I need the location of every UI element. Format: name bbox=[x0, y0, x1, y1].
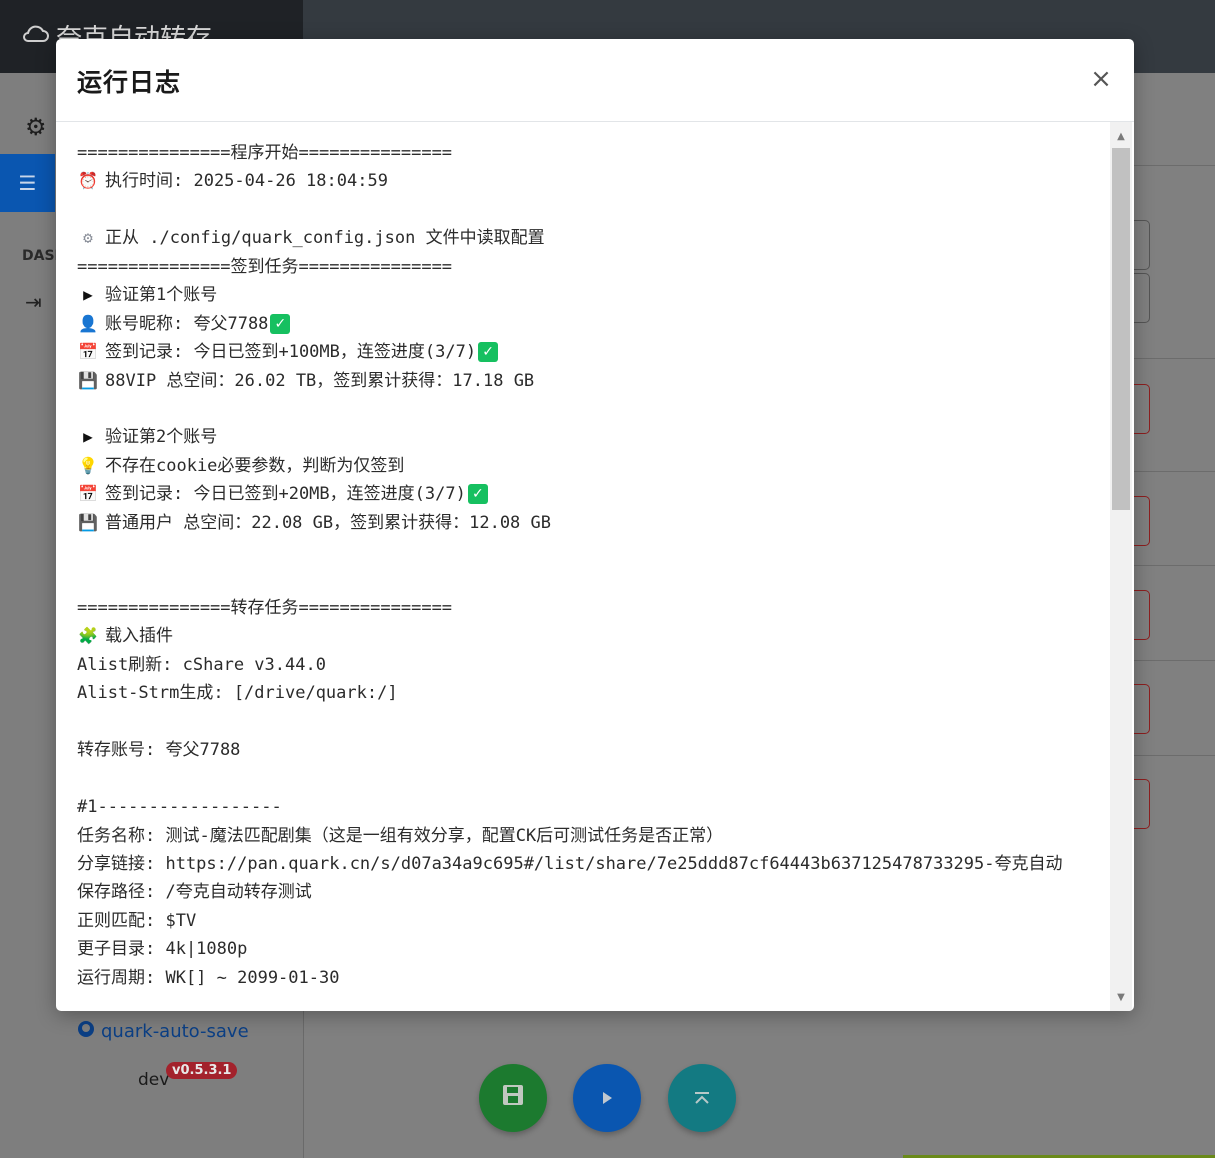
log-line: 💡 不存在cookie必要参数，判断为仅签到 bbox=[77, 452, 1088, 480]
log-line: Alist-Strm生成: [/drive/quark:/] bbox=[77, 679, 1088, 707]
gear-icon: ⚙ bbox=[83, 228, 93, 248]
save-button[interactable] bbox=[479, 1064, 547, 1132]
check-icon: ✓ bbox=[467, 484, 488, 505]
gear-icon[interactable]: ⚙ bbox=[25, 113, 47, 141]
log-line-text: 验证第1个账号 bbox=[105, 285, 218, 306]
calendar-icon: 📅 bbox=[78, 484, 98, 504]
log-line: 👤 账号昵称: 夸父7788 ✓ bbox=[77, 310, 1088, 338]
scroll-up-icon[interactable]: ▲ bbox=[1110, 125, 1132, 147]
log-line: ===============转存任务=============== bbox=[77, 594, 1088, 622]
play-icon: ▶ bbox=[83, 285, 93, 305]
divider bbox=[1134, 660, 1215, 661]
log-line-text: 运行周期: WK[] ~ 2099-01-30 bbox=[77, 967, 340, 988]
log-line: 运行周期: WK[] ~ 2099-01-30 bbox=[77, 964, 1088, 992]
log-line: 🧩 载入插件 bbox=[77, 622, 1088, 650]
scrollbar-thumb[interactable] bbox=[1112, 148, 1130, 510]
log-line: Alist刷新: cShare v3.44.0 bbox=[77, 651, 1088, 679]
log-line-text: 更子目录: 4k|1080p bbox=[77, 939, 248, 960]
log-line: 任务名称: 测试-魔法匹配剧集（这是一组有效分享，配置CK后可测试任务是否正常） bbox=[77, 822, 1088, 850]
github-icon bbox=[77, 1020, 95, 1043]
log-line-text: 不存在cookie必要参数，判断为仅签到 bbox=[105, 455, 405, 476]
divider bbox=[1134, 471, 1215, 472]
log-line-text: 账号昵称: 夸父7788 bbox=[105, 313, 269, 334]
divider bbox=[1134, 565, 1215, 566]
log-line: 📅 签到记录: 今日已签到+100MB，连签进度(3/7) ✓ bbox=[77, 338, 1088, 366]
log-line-text: 执行时间: 2025-04-26 18:04:59 bbox=[105, 171, 388, 192]
log-line-text: ===============转存任务=============== bbox=[77, 598, 453, 618]
arrow-up-icon bbox=[693, 1086, 711, 1111]
log-line: #1------------------ bbox=[77, 793, 1088, 821]
modal-title: 运行日志 bbox=[77, 68, 182, 97]
cloud-icon bbox=[20, 21, 50, 52]
log-line-text: 88VIP 总空间：26.02 TB，签到累计获得：17.18 GB bbox=[105, 370, 535, 391]
close-button[interactable]: × bbox=[1089, 65, 1113, 93]
log-line-text: #1------------------ bbox=[77, 797, 282, 818]
log-line: ===============程序开始=============== bbox=[77, 139, 1088, 167]
github-link-label: quark-auto-save bbox=[101, 1021, 249, 1042]
scroll-down-icon[interactable]: ▼ bbox=[1110, 986, 1132, 1008]
log-line: 💾 88VIP 总空间：26.02 TB，签到累计获得：17.18 GB bbox=[77, 367, 1088, 395]
log-content: ===============程序开始=============== ⏰ 执行时间:… bbox=[77, 139, 1088, 1011]
log-line-text: 签到记录: 今日已签到+20MB，连签进度(3/7) bbox=[105, 484, 466, 505]
log-line-text: Alist-Strm生成: [/drive/quark:/] bbox=[77, 683, 398, 704]
log-line-text: 签到记录: 今日已签到+100MB，连签进度(3/7) bbox=[105, 342, 477, 363]
log-line: ▶ 验证第1个账号 bbox=[77, 281, 1088, 309]
log-line-text: 转存账号: 夸父7788 bbox=[77, 740, 241, 761]
puzzle-icon: 🧩 bbox=[78, 626, 98, 646]
log-line-text: Alist刷新: cShare v3.44.0 bbox=[77, 654, 326, 675]
log-line-text: 载入插件 bbox=[105, 626, 173, 647]
run-log-modal: 运行日志 × ===============程序开始==============… bbox=[56, 39, 1134, 1011]
version-badge: v0.5.3.1 bbox=[166, 1062, 238, 1079]
save-icon bbox=[501, 1083, 525, 1113]
log-line: 正则匹配: $TV bbox=[77, 907, 1088, 935]
log-line: 💾 普通用户 总空间：22.08 GB，签到累计获得：12.08 GB bbox=[77, 509, 1088, 537]
log-line: 📅 签到记录: 今日已签到+20MB，连签进度(3/7) ✓ bbox=[77, 480, 1088, 508]
check-icon: ✓ bbox=[478, 342, 499, 363]
play-icon: ▶ bbox=[83, 427, 93, 447]
lightbulb-icon: 💡 bbox=[78, 455, 98, 475]
floppy-disk-icon: 💾 bbox=[78, 512, 98, 532]
sidebar-section-label: DASI bbox=[22, 248, 60, 264]
divider bbox=[1134, 165, 1215, 166]
logout-icon[interactable]: ⇥ bbox=[25, 290, 42, 314]
calendar-icon: 📅 bbox=[78, 342, 98, 362]
play-icon bbox=[600, 1086, 614, 1111]
log-line-text: 任务名称: 测试-魔法匹配剧集（这是一组有效分享，配置CK后可测试任务是否正常） bbox=[77, 825, 724, 846]
dev-label: dev bbox=[138, 1070, 170, 1090]
alarm-clock-icon: ⏰ bbox=[78, 171, 98, 191]
scrollbar[interactable]: ▲ ▼ bbox=[1110, 122, 1132, 1011]
log-line: ===============签到任务=============== bbox=[77, 253, 1088, 281]
log-line: ⏰ 执行时间: 2025-04-26 18:04:59 bbox=[77, 167, 1088, 195]
log-line-text: 正则匹配: $TV bbox=[77, 910, 197, 931]
divider bbox=[1134, 358, 1215, 359]
log-line-text: 普通用户 总空间：22.08 GB，签到累计获得：12.08 GB bbox=[105, 512, 551, 533]
log-line: 更子目录: 4k|1080p bbox=[77, 935, 1088, 963]
log-line: 分享链接: https://pan.quark.cn/s/d07a34a9c69… bbox=[77, 850, 1088, 878]
scroll-top-button[interactable] bbox=[668, 1064, 736, 1132]
github-link[interactable]: quark-auto-save bbox=[77, 1020, 249, 1043]
run-button[interactable] bbox=[573, 1064, 641, 1132]
floppy-disk-icon: 💾 bbox=[78, 370, 98, 390]
log-line: 转存账号: 夸父7788 bbox=[77, 736, 1088, 764]
log-line-text: ===============程序开始=============== bbox=[77, 143, 453, 163]
log-line: 保存路径: /夸克自动转存测试 bbox=[77, 878, 1088, 906]
log-line: ⚙ 正从 ./config/quark_config.json 文件中读取配置 bbox=[77, 224, 1088, 252]
user-icon: 👤 bbox=[78, 313, 98, 333]
log-line-text: 分享链接: https://pan.quark.cn/s/d07a34a9c69… bbox=[77, 853, 1063, 874]
divider bbox=[1134, 755, 1215, 756]
log-line-text: ===============签到任务=============== bbox=[77, 256, 453, 277]
log-line: ▶ 验证第2个账号 bbox=[77, 423, 1088, 451]
check-icon: ✓ bbox=[270, 313, 291, 334]
log-line-text: 保存路径: /夸克自动转存测试 bbox=[77, 882, 312, 903]
list-icon[interactable]: ☰ bbox=[0, 154, 55, 212]
log-line-text: 验证第2个账号 bbox=[105, 427, 218, 448]
modal-header: 运行日志 × bbox=[56, 39, 1134, 122]
log-line-text: 正从 ./config/quark_config.json 文件中读取配置 bbox=[105, 228, 545, 249]
